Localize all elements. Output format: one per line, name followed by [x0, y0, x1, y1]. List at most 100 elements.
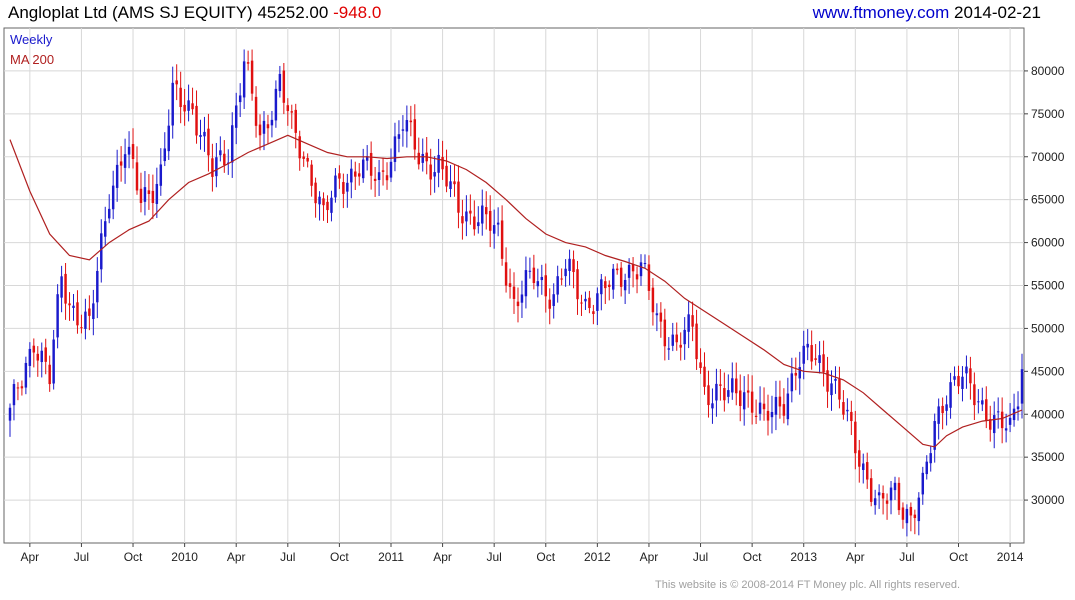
candle-body	[723, 388, 726, 401]
candle-body	[544, 275, 547, 297]
candle-body	[584, 298, 587, 302]
candle-body	[84, 311, 87, 329]
candle-body	[965, 366, 968, 374]
candle-body	[862, 463, 865, 470]
candle-body	[973, 384, 976, 406]
candle-body	[735, 378, 738, 394]
candle-body	[1000, 411, 1004, 429]
candle-body	[814, 358, 817, 360]
candle-body	[504, 262, 508, 286]
y-tick-label: 40000	[1031, 407, 1065, 421]
candle-body	[195, 105, 198, 136]
candle-body	[858, 450, 861, 467]
candle-body	[389, 161, 393, 178]
candle-body	[72, 305, 75, 308]
candle-body	[762, 403, 766, 410]
candle-body	[600, 279, 603, 295]
candle-body	[754, 415, 758, 417]
candle-body	[453, 181, 456, 185]
candle-body	[540, 276, 544, 281]
candle-body	[461, 216, 464, 224]
candle-body	[865, 462, 869, 480]
candle-body	[115, 164, 119, 188]
candle-body	[854, 421, 857, 454]
candle-body	[707, 385, 710, 406]
candle-body	[413, 119, 417, 150]
y-tick-label: 80000	[1031, 64, 1065, 78]
candle-body	[314, 182, 317, 204]
candle-body	[485, 207, 488, 215]
candle-body	[254, 96, 258, 126]
x-tick-label: Oct	[743, 550, 762, 564]
y-tick-label: 60000	[1031, 236, 1065, 250]
candle-body	[953, 376, 956, 380]
candle-body	[318, 196, 321, 205]
candle-body	[774, 396, 778, 415]
candle-body	[286, 105, 290, 112]
y-tick-label: 55000	[1031, 279, 1065, 293]
candle-body	[877, 492, 881, 496]
candle-body	[528, 270, 532, 272]
candle-body	[358, 173, 361, 177]
y-tick-label: 65000	[1031, 193, 1065, 207]
candle-body	[282, 70, 286, 103]
candle-body	[520, 294, 524, 303]
candle-body	[996, 411, 1000, 413]
candle-body	[207, 128, 210, 156]
x-tick-label: Jul	[899, 550, 914, 564]
candle-body	[469, 210, 472, 214]
candle-body	[56, 294, 59, 338]
x-tick-label: 2011	[378, 550, 404, 564]
candle-body	[631, 264, 635, 272]
candle-body	[957, 375, 960, 387]
candle-body	[147, 190, 151, 194]
y-axis: 30000 35000 40000 45000 50000 55000 60000 65000…	[1024, 64, 1065, 507]
candle-body	[258, 124, 262, 136]
candle-body	[1016, 406, 1020, 410]
y-tick-label: 50000	[1031, 321, 1065, 335]
candle-body	[524, 270, 528, 297]
candle-body	[441, 156, 444, 170]
candle-body	[742, 392, 746, 410]
candle-body	[135, 162, 139, 191]
candle-body	[556, 276, 559, 295]
y-tick-label: 30000	[1031, 493, 1065, 507]
candle-body	[647, 264, 651, 291]
candle-body	[310, 164, 313, 186]
candle-body	[52, 339, 55, 384]
y-tick-label: 70000	[1031, 150, 1065, 164]
candle-body	[885, 500, 889, 504]
candle-body	[846, 409, 849, 412]
candle-body	[655, 313, 659, 316]
candle-body	[1020, 369, 1024, 404]
candle-body	[1004, 428, 1008, 431]
candle-body	[449, 181, 452, 190]
candle-body	[671, 334, 674, 346]
candle-body	[266, 124, 270, 129]
candle-body	[16, 387, 20, 389]
candle-body	[961, 376, 964, 389]
candle-body	[246, 62, 250, 64]
candle-body	[842, 402, 845, 415]
candle-body	[945, 404, 948, 411]
candle-body	[492, 225, 496, 234]
candle-body	[294, 109, 297, 133]
candle-body	[802, 345, 805, 364]
candle-body	[913, 514, 917, 519]
candle-body	[921, 472, 925, 495]
candle-body	[604, 281, 607, 289]
candle-body	[191, 103, 194, 110]
candle-body	[612, 268, 615, 290]
copyright-footer: This website is © 2008-2014 FT Money plc…	[655, 579, 961, 591]
candle-body	[36, 353, 40, 361]
candle-body	[992, 415, 996, 434]
candle-body	[532, 267, 536, 284]
x-tick-label: Jul	[280, 550, 295, 564]
candle-body	[473, 216, 476, 230]
candle-body	[715, 383, 718, 401]
candle-body	[659, 312, 663, 322]
candle-body	[969, 368, 972, 384]
candle-body	[143, 187, 147, 202]
candle-body	[770, 411, 774, 418]
candle-body	[639, 262, 643, 277]
